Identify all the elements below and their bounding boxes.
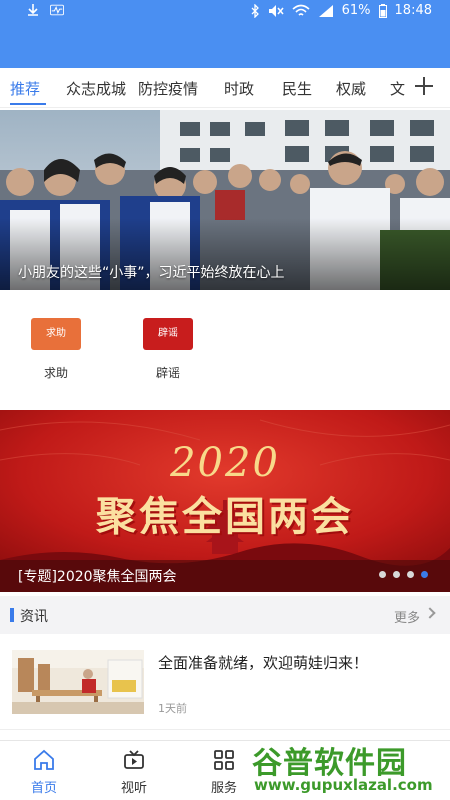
battery-percent: 61% [341, 3, 371, 18]
carousel-dot-active[interactable] [421, 571, 428, 578]
status-bar: 61% 18:48 [0, 0, 450, 24]
banner-year: 2020 [170, 440, 280, 486]
watermark-url: www.gupuxlazal.com [254, 776, 433, 794]
list-item[interactable]: 全面准备就绪，欢迎萌娃归来！ 1天前 [0, 640, 450, 730]
rumor-label: 辟谣 [155, 366, 180, 380]
channel-tabs: 推荐 众志成城 防控疫情 时政 民生 权威 文 [0, 68, 450, 108]
hero-news[interactable]: 小朋友的这些“小事”，习近平始终放在心上 [0, 110, 450, 290]
battery-icon [378, 3, 387, 18]
clock: 18:48 [394, 3, 432, 18]
banner-caption: [专题]2020聚焦全国两会 [18, 569, 177, 585]
section-accent-bar [10, 608, 14, 622]
topic-banner[interactable]: 2020 聚焦全国两会 [专题]2020聚焦全国两会 [0, 410, 450, 592]
nav-services[interactable]: 服务 [194, 749, 254, 796]
download-icon [28, 4, 38, 16]
news-title: 全面准备就绪，欢迎萌娃归来！ [158, 654, 369, 672]
watermark: 谷普软件园 www.gupuxlazal.com [248, 738, 450, 800]
section-title: 资讯 [20, 609, 48, 625]
nav-services-label: 服务 [210, 781, 237, 796]
carousel-dot[interactable] [379, 571, 386, 578]
mute-icon [268, 4, 284, 17]
carousel-indicator [379, 571, 428, 578]
carousel-dot[interactable] [407, 571, 414, 578]
banner-headline: 聚焦全国两会 [96, 493, 354, 540]
tab-recommend[interactable]: 推荐 [10, 78, 40, 99]
carousel-dot[interactable] [393, 571, 400, 578]
help-entry[interactable]: 求助 求助 [26, 318, 86, 381]
signal-icon [318, 4, 333, 17]
bluetooth-icon [251, 3, 259, 18]
video-icon [124, 750, 144, 769]
hero-caption: 小朋友的这些“小事”，习近平始终放在心上 [18, 265, 285, 281]
help-icon: 求助 [31, 318, 81, 350]
news-thumbnail [12, 650, 144, 714]
more-link[interactable]: 更多 [394, 607, 420, 626]
tab-livelihood[interactable]: 民生 [282, 78, 312, 99]
active-tab-indicator [10, 103, 46, 105]
home-icon [34, 749, 54, 770]
activity-icon [50, 4, 64, 16]
tab-authority[interactable]: 权威 [336, 78, 366, 99]
app-header: 61% 18:48 [0, 0, 450, 68]
tab-epidemic[interactable]: 防控疫情 [138, 78, 198, 99]
nav-home-label: 首页 [30, 781, 57, 796]
nav-media-label: 视听 [120, 781, 147, 796]
news-time: 1天前 [158, 702, 187, 715]
chevron-right-icon[interactable] [424, 607, 436, 619]
help-label: 求助 [43, 366, 68, 380]
tab-politics[interactable]: 时政 [224, 78, 254, 99]
wifi-icon [292, 4, 310, 16]
nav-media[interactable]: 视听 [104, 749, 164, 796]
nav-home[interactable]: 首页 [14, 749, 74, 796]
quick-entries: 求助 求助 辟谣 辟谣 [0, 296, 450, 404]
rumor-entry[interactable]: 辟谣 辟谣 [138, 318, 198, 381]
news-section-header: 资讯 更多 [0, 596, 450, 634]
tab-culture[interactable]: 文 [390, 78, 405, 99]
rumor-icon: 辟谣 [143, 318, 193, 350]
banner-title: 2020 聚焦全国两会 [0, 440, 450, 542]
grid-icon [214, 750, 234, 770]
tab-unity[interactable]: 众志成城 [66, 78, 126, 99]
add-channel-icon[interactable] [412, 74, 436, 98]
